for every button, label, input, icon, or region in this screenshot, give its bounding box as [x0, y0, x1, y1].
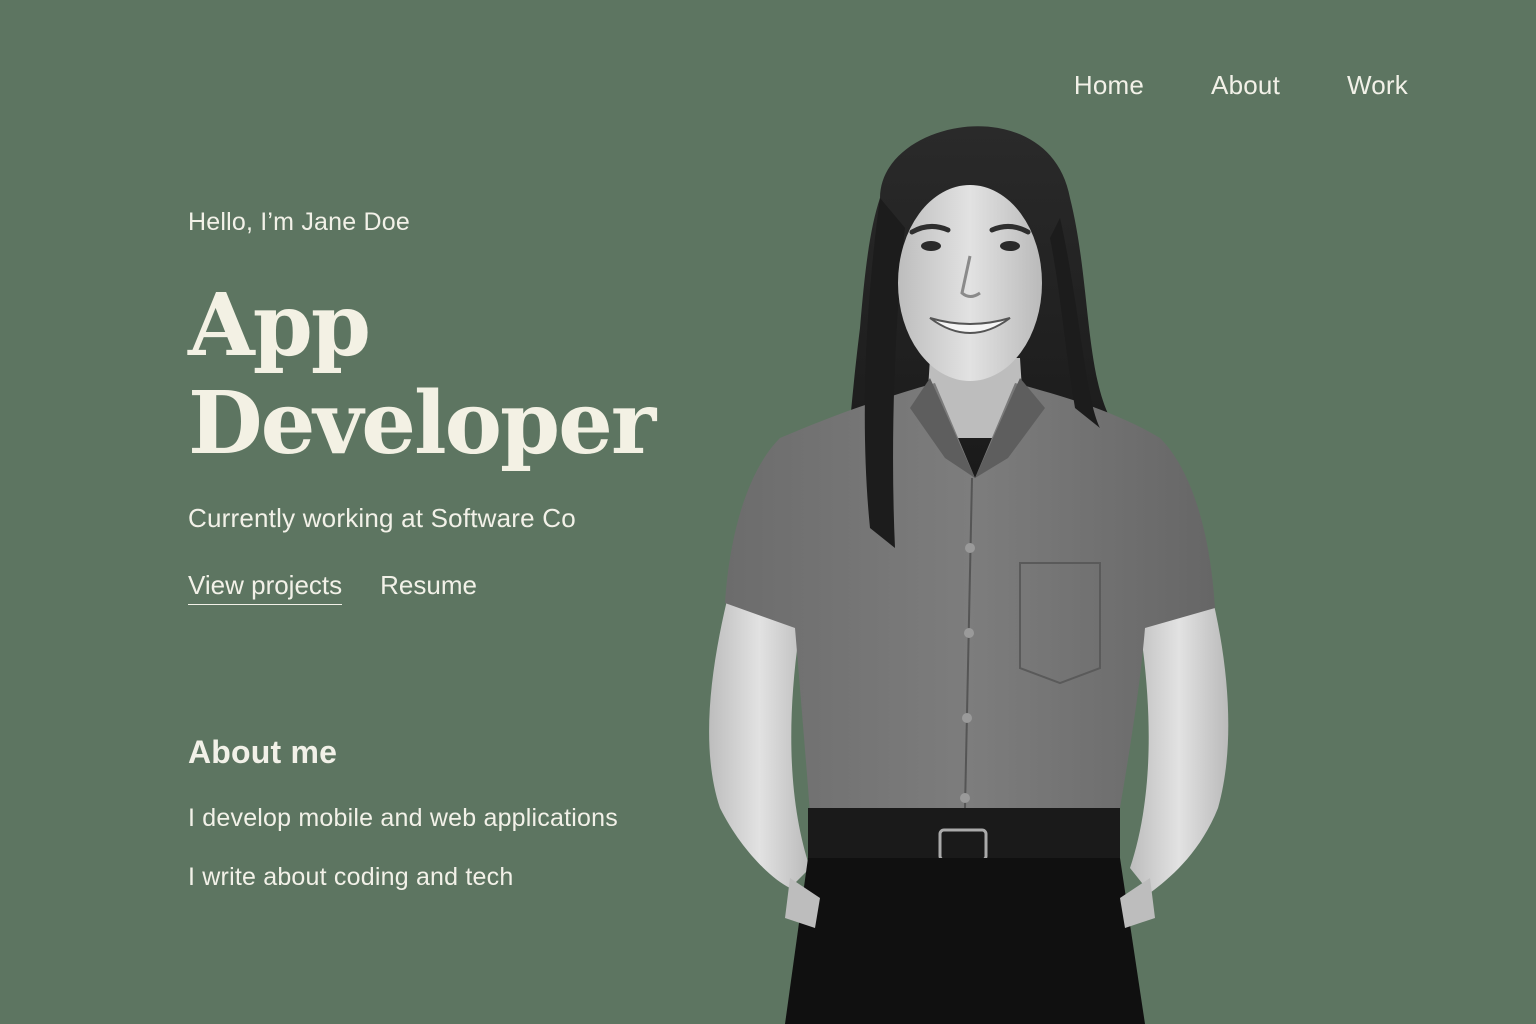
- title-line-1: App: [188, 275, 371, 376]
- resume-link[interactable]: Resume: [380, 570, 477, 605]
- about-item: I develop mobile and web applications: [188, 804, 618, 832]
- nav-about-link[interactable]: About: [1211, 70, 1280, 101]
- about-item: I write about coding and tech: [188, 863, 514, 891]
- page-title: App Developer: [188, 277, 748, 473]
- hero-section: Hello, I’m Jane Doe App Developer Curren…: [188, 208, 748, 605]
- top-nav: Home About Work: [1074, 70, 1408, 101]
- current-job-text: Currently working at Software Co: [188, 503, 576, 533]
- greeting-text: Hello, I’m Jane Doe: [188, 208, 410, 236]
- nav-work-link[interactable]: Work: [1347, 70, 1408, 101]
- about-section: About me I develop mobile and web applic…: [188, 734, 748, 892]
- about-heading: About me: [188, 734, 338, 770]
- title-line-2: Developer: [188, 373, 656, 474]
- nav-home-link[interactable]: Home: [1074, 70, 1144, 101]
- view-projects-link[interactable]: View projects: [188, 570, 343, 605]
- profile-photo: [709, 126, 1229, 1024]
- hero-links: View projects Resume: [188, 570, 748, 605]
